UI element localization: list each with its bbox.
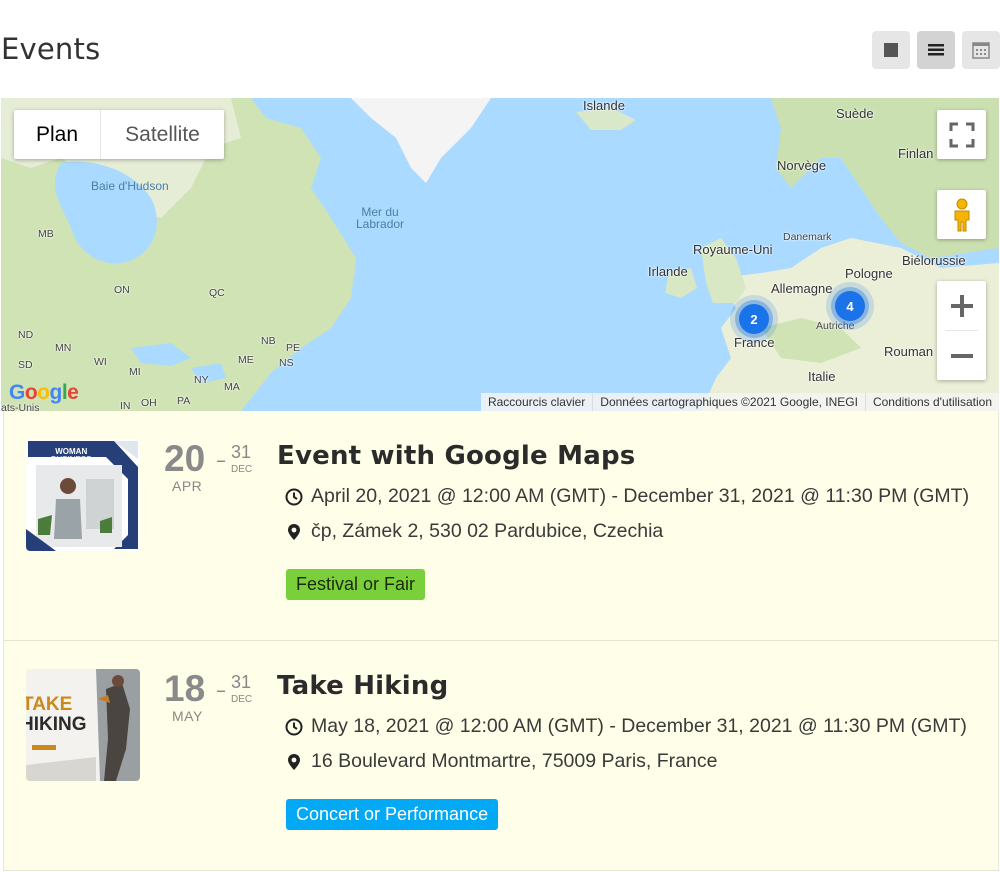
event-start-day: 20: [164, 438, 206, 479]
thumbnail-text: BUSINESS: [51, 455, 92, 464]
map-label-allemagne: Allemagne: [771, 281, 833, 296]
event-start-month: APR: [172, 478, 203, 494]
date-dash: –: [216, 448, 226, 472]
map-satellite-button[interactable]: Satellite: [101, 110, 224, 159]
event-list: WOMAN BUSINESS 20 APR – 31 DEC Event wit…: [3, 411, 999, 871]
map-label-pologne: Pologne: [845, 266, 893, 281]
map-type-control: Plan Satellite: [14, 110, 224, 159]
event-end-month: DEC: [231, 694, 253, 705]
map-label-ns: NS: [279, 357, 294, 369]
event-category-tag[interactable]: Concert or Performance: [286, 799, 499, 830]
map-label-roumanie: Rouman: [884, 344, 934, 359]
map-cluster-marker[interactable]: 2: [739, 304, 769, 334]
event-item: WOMAN BUSINESS 20 APR – 31 DEC Event wit…: [3, 411, 999, 641]
clock-icon: [285, 718, 303, 736]
event-datetime-text: April 20, 2021 @ 12:00 AM (GMT) - Decemb…: [311, 485, 970, 507]
event-datetime-text: May 18, 2021 @ 12:00 AM (GMT) - December…: [311, 715, 967, 737]
event-thumbnail[interactable]: TAKE HIKING: [26, 669, 140, 781]
map-label-sd: SD: [18, 359, 33, 371]
event-datetime: May 18, 2021 @ 12:00 AM (GMT) - December…: [285, 715, 967, 738]
view-switcher: [872, 31, 1000, 69]
map-label-france: France: [734, 335, 775, 350]
map-label-danemark: Danemark: [783, 231, 832, 243]
map-label-mi: MI: [129, 366, 141, 378]
event-title-link[interactable]: Take Hiking: [277, 671, 448, 701]
plus-icon: [950, 294, 973, 317]
event-datetime: April 20, 2021 @ 12:00 AM (GMT) - Decemb…: [285, 485, 969, 508]
event-thumbnail[interactable]: WOMAN BUSINESS: [26, 439, 140, 551]
page-header: Events: [0, 0, 1000, 98]
event-end-month: DEC: [231, 464, 253, 475]
map-label-irlande: Irlande: [648, 264, 688, 279]
map-label-qc: QC: [209, 287, 225, 299]
event-location-text: 16 Boulevard Montmartre, 75009 Paris, Fr…: [311, 750, 718, 772]
event-start-day: 18: [164, 668, 206, 709]
event-date: 20 APR – 31 DEC: [164, 438, 264, 498]
map-label-pa: PA: [177, 395, 191, 407]
calendar-view-button[interactable]: [962, 31, 1000, 69]
map-label-on: ON: [114, 284, 130, 296]
events-map[interactable]: Islande Suède Finlan Norvège Baie d'Huds…: [1, 98, 999, 411]
grid-view-button[interactable]: [872, 31, 910, 69]
keyboard-shortcuts-link[interactable]: Raccourcis clavier: [481, 393, 592, 411]
event-category-tag[interactable]: Festival or Fair: [286, 569, 426, 600]
map-pin-icon: [285, 753, 303, 771]
map-label-nd: ND: [18, 329, 34, 341]
list-view-button[interactable]: [917, 31, 955, 69]
map-label-me: ME: [238, 354, 254, 366]
map-label-royaume: Royaume-Uni: [693, 242, 773, 257]
map-pin-icon: [285, 523, 303, 541]
map-plan-button[interactable]: Plan: [14, 110, 101, 159]
map-label-mer: Mer du Labrador: [356, 205, 405, 231]
fullscreen-button[interactable]: [937, 110, 986, 159]
map-label-finland: Finlan: [898, 146, 934, 161]
event-end-day: 31: [231, 442, 252, 462]
event-location: čp, Zámek 2, 530 02 Pardubice, Czechia: [285, 520, 663, 543]
map-label-nb: NB: [261, 335, 276, 347]
clock-icon: [285, 488, 303, 506]
map-label-pe: PE: [286, 342, 301, 354]
event-location: 16 Boulevard Montmartre, 75009 Paris, Fr…: [285, 750, 717, 773]
date-dash: –: [216, 678, 226, 702]
map-label-ma: MA: [224, 381, 240, 393]
map-label-islande: Islande: [583, 98, 625, 113]
map-label-mb: MB: [38, 228, 54, 240]
event-item: TAKE HIKING 18 MAY – 31 DEC Take Hiking …: [3, 641, 999, 871]
fullscreen-icon: [949, 122, 974, 147]
page-title: Events: [1, 32, 101, 66]
zoom-control: [937, 281, 986, 380]
map-label-wi: WI: [94, 356, 107, 368]
terms-link[interactable]: Conditions d'utilisation: [864, 393, 999, 411]
event-end-day: 31: [231, 672, 252, 692]
map-label-autriche: Autriche: [816, 320, 855, 332]
event-location-text: čp, Zámek 2, 530 02 Pardubice, Czechia: [311, 520, 664, 542]
event-date: 18 MAY – 31 DEC: [164, 668, 264, 728]
google-logo[interactable]: Google: [9, 381, 79, 405]
map-label-bielorussie: Biélorussie: [902, 253, 966, 268]
pegman-icon: [954, 198, 969, 231]
zoom-in-button[interactable]: [937, 281, 986, 330]
map-label-mn: MN: [55, 342, 72, 354]
map-label-oh: OH: [141, 397, 157, 409]
thumbnail-text: TAKE: [26, 694, 73, 715]
event-title-link[interactable]: Event with Google Maps: [277, 441, 635, 471]
thumbnail-text: HIKING: [26, 714, 87, 735]
map-label-baie: Baie d'Hudson: [91, 179, 169, 193]
street-view-button[interactable]: [937, 190, 986, 239]
map-label-ny: NY: [194, 374, 209, 386]
map-attribution: Raccourcis clavier Données cartographiqu…: [480, 393, 999, 411]
event-start-month: MAY: [172, 708, 203, 724]
map-label-suede: Suède: [836, 106, 874, 121]
map-label-norvege: Norvège: [777, 158, 827, 173]
list-icon: [928, 44, 944, 56]
map-label-in: IN: [120, 400, 131, 411]
calendar-icon: [972, 42, 990, 59]
minus-icon: [950, 353, 973, 358]
map-label-italie: Italie: [808, 369, 836, 384]
zoom-out-button[interactable]: [937, 331, 986, 380]
map-cluster-marker[interactable]: 4: [835, 291, 865, 321]
map-data-credit: Données cartographiques ©2021 Google, IN…: [592, 393, 865, 411]
square-icon: [884, 43, 898, 57]
